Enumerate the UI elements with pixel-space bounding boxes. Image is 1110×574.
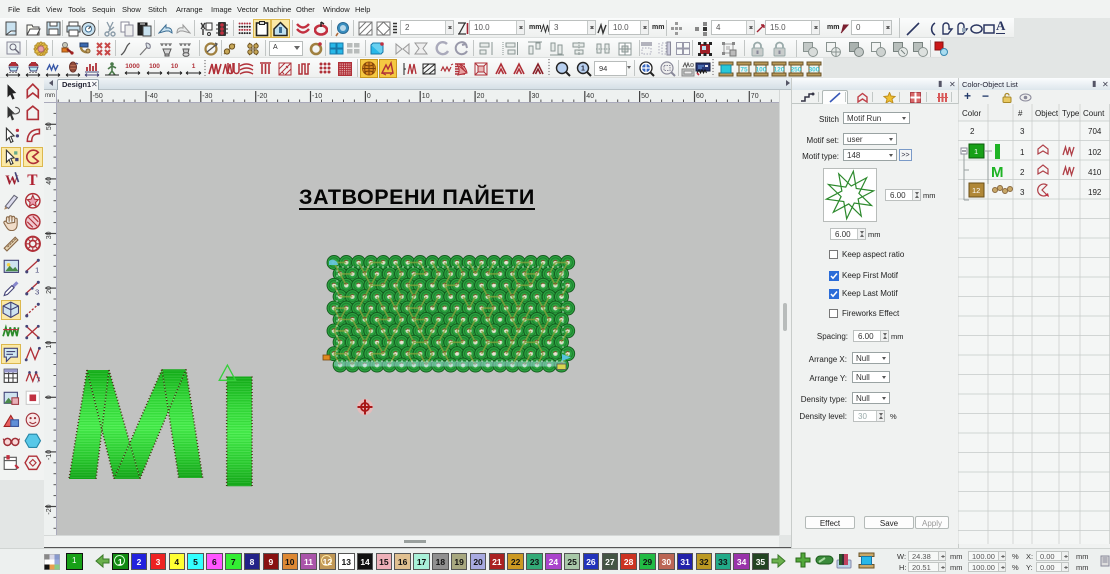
- svg-text:2: 2: [1020, 168, 1025, 177]
- svg-text:Color: Color: [962, 109, 981, 118]
- svg-text:704: 704: [1088, 127, 1102, 136]
- svg-text:120: 120: [774, 67, 785, 74]
- svg-text:192: 192: [1088, 188, 1102, 197]
- svg-text:40: 40: [586, 93, 594, 100]
- svg-text:Object: Object: [1035, 109, 1059, 118]
- svg-text:300: 300: [809, 67, 820, 74]
- svg-text:#: #: [1018, 109, 1023, 118]
- svg-text:10: 10: [422, 93, 430, 100]
- svg-text:40: 40: [46, 177, 53, 185]
- svg-text:10: 10: [171, 63, 179, 70]
- svg-text:Count: Count: [1083, 109, 1105, 118]
- svg-text:10: 10: [46, 341, 53, 349]
- svg-text:3: 3: [35, 287, 39, 296]
- svg-text:-10: -10: [46, 450, 53, 460]
- svg-text:3: 3: [1020, 188, 1025, 197]
- svg-text:30: 30: [46, 231, 53, 239]
- svg-text:70: 70: [751, 93, 759, 100]
- svg-text:250: 250: [791, 67, 802, 74]
- svg-text:0: 0: [46, 395, 53, 399]
- svg-text:50: 50: [641, 93, 649, 100]
- svg-text:12: 12: [972, 186, 980, 195]
- svg-text:60: 60: [696, 93, 704, 100]
- svg-text:7: 7: [36, 375, 40, 384]
- svg-text:75: 75: [740, 67, 748, 74]
- svg-text:20: 20: [477, 93, 485, 100]
- svg-text:1000: 1000: [125, 63, 140, 70]
- svg-text:100: 100: [756, 67, 767, 74]
- svg-text:-20: -20: [257, 93, 267, 100]
- svg-text:-30: -30: [202, 93, 212, 100]
- svg-text:3: 3: [1020, 127, 1025, 136]
- svg-text:T: T: [27, 171, 38, 187]
- svg-text:M: M: [991, 164, 1004, 181]
- svg-text:50: 50: [46, 122, 53, 130]
- svg-text:-40: -40: [148, 93, 158, 100]
- svg-text:100: 100: [149, 63, 160, 70]
- svg-text:-20: -20: [46, 504, 53, 514]
- svg-text:410: 410: [1088, 168, 1102, 177]
- svg-text:20: 20: [46, 286, 53, 294]
- svg-text:-50: -50: [93, 93, 103, 100]
- svg-text:-10: -10: [312, 93, 322, 100]
- svg-text:2: 2: [970, 127, 975, 136]
- svg-text:Type: Type: [1062, 109, 1080, 118]
- svg-text:1: 1: [1020, 148, 1025, 157]
- svg-text:30: 30: [532, 93, 540, 100]
- svg-text:102: 102: [1088, 148, 1102, 157]
- svg-text:1: 1: [974, 147, 978, 156]
- svg-text:1: 1: [35, 266, 39, 275]
- svg-text:0: 0: [367, 93, 371, 100]
- svg-text:1: 1: [581, 66, 585, 73]
- svg-text:1: 1: [192, 63, 196, 70]
